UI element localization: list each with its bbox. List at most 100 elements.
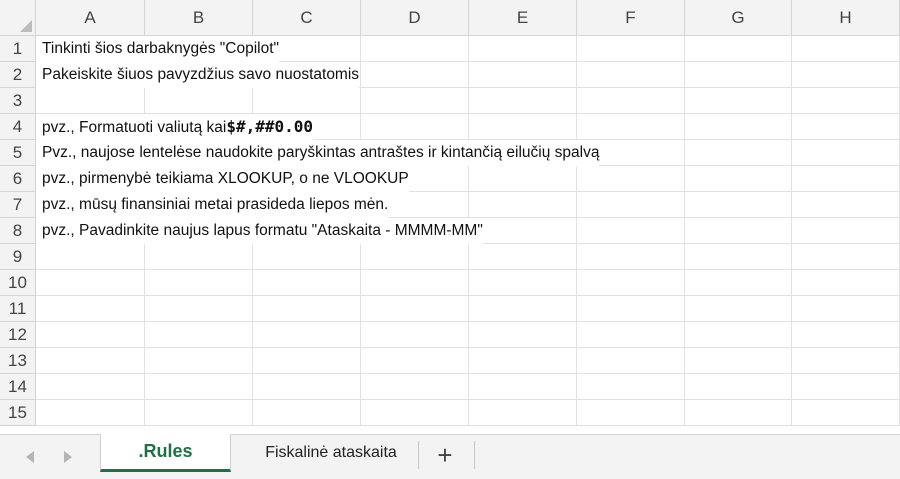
grid-cell[interactable] <box>36 88 145 114</box>
grid-cell[interactable] <box>361 296 469 322</box>
column-header-h[interactable]: H <box>792 0 900 36</box>
grid-cell[interactable] <box>469 348 577 374</box>
grid-cell[interactable] <box>792 62 900 88</box>
row-header-2[interactable]: 2 <box>0 62 36 88</box>
grid-cell[interactable] <box>36 244 145 270</box>
grid-cell[interactable] <box>361 374 469 400</box>
grid-cell[interactable] <box>685 166 792 192</box>
row-header-7[interactable]: 7 <box>0 192 36 218</box>
column-header-a[interactable]: A <box>36 0 145 36</box>
column-header-g[interactable]: G <box>685 0 792 36</box>
cell-a5[interactable]: Pvz., naujose lentelėse naudokite paryšk… <box>36 140 600 166</box>
grid-cell[interactable] <box>253 374 361 400</box>
tab-rules[interactable]: .Rules <box>100 434 231 472</box>
column-header-e[interactable]: E <box>469 0 577 36</box>
cell-a8[interactable]: pvz., Pavadinkite naujus lapus formatu "… <box>36 218 483 244</box>
row-header-14[interactable]: 14 <box>0 374 36 400</box>
grid-cell[interactable] <box>253 348 361 374</box>
row-header-9[interactable]: 9 <box>0 244 36 270</box>
grid-cell[interactable] <box>577 114 685 140</box>
grid-cell[interactable] <box>792 36 900 62</box>
grid-cell[interactable] <box>792 374 900 400</box>
grid-cell[interactable] <box>685 270 792 296</box>
grid-cell[interactable] <box>577 166 685 192</box>
grid-cell[interactable] <box>577 374 685 400</box>
grid-cell[interactable] <box>36 270 145 296</box>
grid-cell[interactable] <box>685 88 792 114</box>
grid-cell[interactable] <box>685 192 792 218</box>
row-header-6[interactable]: 6 <box>0 166 36 192</box>
grid-cell[interactable] <box>36 348 145 374</box>
grid-cell[interactable] <box>792 192 900 218</box>
grid-cell[interactable] <box>685 114 792 140</box>
row-header-10[interactable]: 10 <box>0 270 36 296</box>
row-header-12[interactable]: 12 <box>0 322 36 348</box>
grid-cell[interactable] <box>577 270 685 296</box>
grid-cell[interactable] <box>577 296 685 322</box>
grid-cell[interactable] <box>792 140 900 166</box>
grid-cell[interactable] <box>253 270 361 296</box>
grid-cell[interactable] <box>577 348 685 374</box>
cell-a6[interactable]: pvz., pirmenybė teikiama XLOOKUP, o ne V… <box>36 166 409 192</box>
grid-cell[interactable] <box>361 270 469 296</box>
grid-cell[interactable] <box>685 36 792 62</box>
grid-cell[interactable] <box>685 140 792 166</box>
grid-cell[interactable] <box>577 88 685 114</box>
column-header-c[interactable]: C <box>253 0 361 36</box>
grid-cell[interactable] <box>469 36 577 62</box>
grid-cell[interactable] <box>469 374 577 400</box>
grid-cell[interactable] <box>361 322 469 348</box>
grid-cell[interactable] <box>577 400 685 426</box>
grid-cell[interactable] <box>145 244 253 270</box>
grid-cell[interactable] <box>792 348 900 374</box>
grid-cell[interactable] <box>792 322 900 348</box>
grid-cell[interactable] <box>792 400 900 426</box>
grid-cell[interactable] <box>469 296 577 322</box>
grid-cell[interactable] <box>685 62 792 88</box>
grid-cell[interactable] <box>792 270 900 296</box>
grid-cell[interactable] <box>253 88 361 114</box>
grid-cell[interactable] <box>685 244 792 270</box>
row-header-1[interactable]: 1 <box>0 36 36 62</box>
grid-cell[interactable] <box>792 218 900 244</box>
grid-cell[interactable] <box>361 114 469 140</box>
grid-cell[interactable] <box>469 88 577 114</box>
chevron-left-icon[interactable] <box>20 445 40 469</box>
grid-cell[interactable] <box>361 244 469 270</box>
row-header-5[interactable]: 5 <box>0 140 36 166</box>
grid-cell[interactable] <box>685 348 792 374</box>
grid-cell[interactable] <box>36 374 145 400</box>
spreadsheet-grid[interactable]: A B C D E F G H 1 2 3 4 5 6 7 8 9 10 11 … <box>0 0 900 434</box>
grid-cell[interactable] <box>253 400 361 426</box>
grid-cell[interactable] <box>145 374 253 400</box>
grid-cell[interactable] <box>469 322 577 348</box>
grid-cell[interactable] <box>145 322 253 348</box>
grid-cell[interactable] <box>145 400 253 426</box>
grid-cell[interactable] <box>469 400 577 426</box>
grid-cell[interactable] <box>36 322 145 348</box>
row-header-15[interactable]: 15 <box>0 400 36 426</box>
column-header-d[interactable]: D <box>361 0 469 36</box>
cell-a7[interactable]: pvz., mūsų finansiniai metai prasideda l… <box>36 192 389 218</box>
grid-cell[interactable] <box>36 296 145 322</box>
add-sheet-button[interactable]: + <box>425 439 465 471</box>
grid-cell[interactable] <box>577 192 685 218</box>
grid-cell[interactable] <box>577 62 685 88</box>
grid-cell[interactable] <box>469 62 577 88</box>
grid-cell[interactable] <box>577 322 685 348</box>
select-all-corner[interactable] <box>0 0 36 36</box>
grid-cell[interactable] <box>792 244 900 270</box>
grid-cell[interactable] <box>792 166 900 192</box>
row-header-11[interactable]: 11 <box>0 296 36 322</box>
grid-cell[interactable] <box>361 400 469 426</box>
chevron-right-icon[interactable] <box>58 445 78 469</box>
tab-fiskaline-ataskaita[interactable]: Fiskalinė ataskaita <box>245 434 417 472</box>
grid-cell[interactable] <box>469 192 577 218</box>
row-header-3[interactable]: 3 <box>0 88 36 114</box>
grid-cell[interactable] <box>361 62 469 88</box>
grid-cell[interactable] <box>685 322 792 348</box>
grid-cell[interactable] <box>361 348 469 374</box>
grid-cell[interactable] <box>469 244 577 270</box>
cell-a2[interactable]: Pakeiskite šiuos pavyzdžius savo nuostat… <box>36 62 360 88</box>
grid-cell[interactable] <box>577 244 685 270</box>
